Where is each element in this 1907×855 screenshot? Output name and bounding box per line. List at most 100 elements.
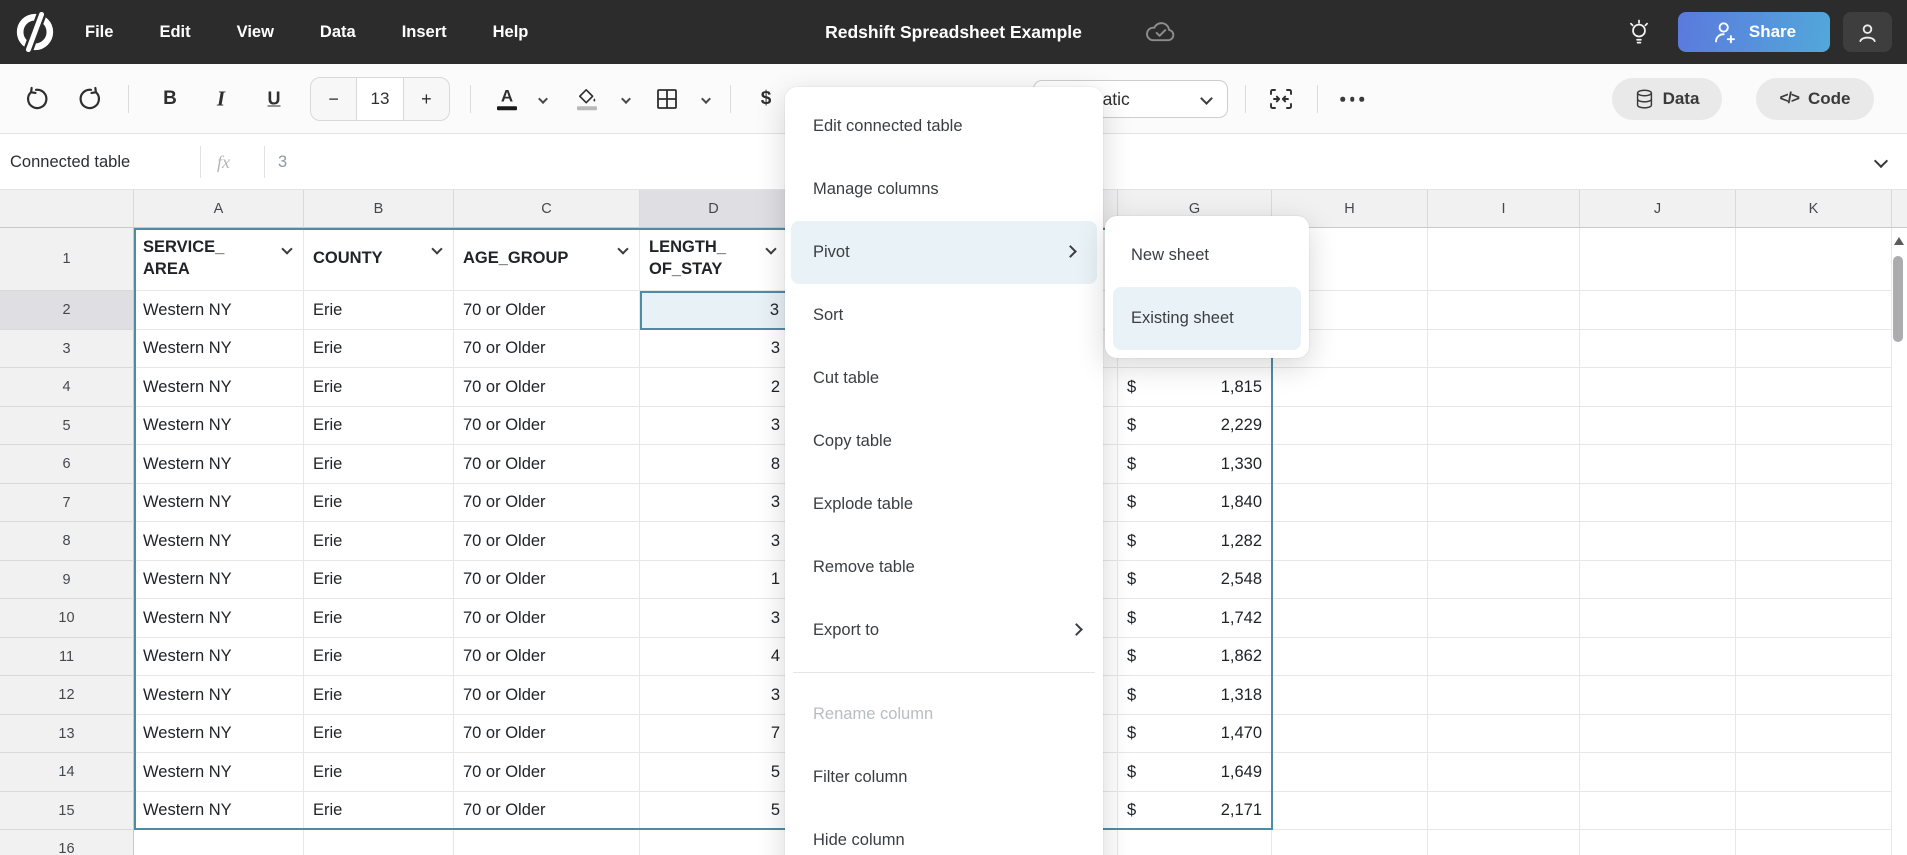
- cell-K9[interactable]: [1736, 561, 1892, 599]
- cell-B11[interactable]: Erie: [304, 638, 454, 676]
- menu-item-export-to[interactable]: Export to: [785, 599, 1103, 662]
- cell-I1[interactable]: [1428, 228, 1580, 291]
- cell-C1[interactable]: AGE_GROUP: [454, 228, 640, 291]
- fit-columns-icon[interactable]: [1268, 87, 1294, 111]
- cell-A7[interactable]: Western NY: [134, 484, 304, 522]
- cell-I8[interactable]: [1428, 522, 1580, 561]
- cell-D12[interactable]: 3: [640, 676, 788, 715]
- cell-K2[interactable]: [1736, 291, 1892, 330]
- menu-item-pivot[interactable]: Pivot: [791, 221, 1097, 284]
- cell-A11[interactable]: Western NY: [134, 638, 304, 676]
- redo-button[interactable]: [79, 87, 104, 112]
- cell-C8[interactable]: 70 or Older: [454, 522, 640, 561]
- cell-G13[interactable]: $1,470: [1118, 715, 1272, 753]
- cell-C15[interactable]: 70 or Older: [454, 792, 640, 830]
- cell-K7[interactable]: [1736, 484, 1892, 522]
- cell-H6[interactable]: [1272, 445, 1428, 484]
- cell-A8[interactable]: Western NY: [134, 522, 304, 561]
- cell-K6[interactable]: [1736, 445, 1892, 484]
- menu-item-explode-table[interactable]: Explode table: [785, 473, 1103, 536]
- cell-G5[interactable]: $2,229: [1118, 407, 1272, 445]
- cell-H7[interactable]: [1272, 484, 1428, 522]
- cell-C2[interactable]: 70 or Older: [454, 291, 640, 330]
- borders-button[interactable]: [656, 88, 678, 110]
- cell-C16[interactable]: [454, 830, 640, 855]
- cell-A9[interactable]: Western NY: [134, 561, 304, 599]
- column-header-B[interactable]: B: [304, 190, 454, 228]
- menu-item-edit-connected-table[interactable]: Edit connected table: [785, 95, 1103, 158]
- cell-K4[interactable]: [1736, 368, 1892, 407]
- cell-D5[interactable]: 3: [640, 407, 788, 445]
- cell-B13[interactable]: Erie: [304, 715, 454, 753]
- cell-J7[interactable]: [1580, 484, 1736, 522]
- row-header-3[interactable]: 3: [0, 330, 134, 368]
- cell-B8[interactable]: Erie: [304, 522, 454, 561]
- cell-I4[interactable]: [1428, 368, 1580, 407]
- column-menu-chevron-icon[interactable]: [281, 243, 292, 254]
- account-button[interactable]: [1843, 12, 1892, 52]
- cell-C7[interactable]: 70 or Older: [454, 484, 640, 522]
- cell-A3[interactable]: Western NY: [134, 330, 304, 368]
- cell-K13[interactable]: [1736, 715, 1892, 753]
- column-header-D[interactable]: D: [640, 190, 788, 228]
- scrollbar-thumb[interactable]: [1893, 256, 1903, 342]
- cell-I7[interactable]: [1428, 484, 1580, 522]
- menu-item-hide-column[interactable]: Hide column: [785, 809, 1103, 855]
- cell-B7[interactable]: Erie: [304, 484, 454, 522]
- cell-I15[interactable]: [1428, 792, 1580, 830]
- cell-I6[interactable]: [1428, 445, 1580, 484]
- cell-J5[interactable]: [1580, 407, 1736, 445]
- submenu-item-new-sheet[interactable]: New sheet: [1113, 224, 1301, 287]
- italic-button[interactable]: I: [217, 87, 225, 112]
- cell-A14[interactable]: Western NY: [134, 753, 304, 792]
- formula-input[interactable]: 3: [278, 134, 287, 190]
- row-header-16[interactable]: 16: [0, 830, 134, 855]
- cell-D3[interactable]: 3: [640, 330, 788, 368]
- cell-D7[interactable]: 3: [640, 484, 788, 522]
- cell-J12[interactable]: [1580, 676, 1736, 715]
- column-header-I[interactable]: I: [1428, 190, 1580, 228]
- cell-K5[interactable]: [1736, 407, 1892, 445]
- cell-A12[interactable]: Western NY: [134, 676, 304, 715]
- cell-A6[interactable]: Western NY: [134, 445, 304, 484]
- cell-B10[interactable]: Erie: [304, 599, 454, 638]
- cell-C6[interactable]: 70 or Older: [454, 445, 640, 484]
- cell-K11[interactable]: [1736, 638, 1892, 676]
- cell-A2[interactable]: Western NY: [134, 291, 304, 330]
- cell-I10[interactable]: [1428, 599, 1580, 638]
- cell-J14[interactable]: [1580, 753, 1736, 792]
- cell-J8[interactable]: [1580, 522, 1736, 561]
- cell-H10[interactable]: [1272, 599, 1428, 638]
- cell-C12[interactable]: 70 or Older: [454, 676, 640, 715]
- cell-A16[interactable]: [134, 830, 304, 855]
- underline-button[interactable]: U: [268, 89, 281, 110]
- cell-H9[interactable]: [1272, 561, 1428, 599]
- cell-D1[interactable]: LENGTH_ OF_STAY: [640, 228, 788, 291]
- cell-G11[interactable]: $1,862: [1118, 638, 1272, 676]
- cell-I9[interactable]: [1428, 561, 1580, 599]
- column-header-K[interactable]: K: [1736, 190, 1892, 228]
- row-header-4[interactable]: 4: [0, 368, 134, 407]
- menu-item-filter-column[interactable]: Filter column: [785, 746, 1103, 809]
- column-menu-chevron-icon[interactable]: [765, 243, 776, 254]
- cell-A10[interactable]: Western NY: [134, 599, 304, 638]
- column-menu-chevron-icon[interactable]: [617, 243, 628, 254]
- cell-K12[interactable]: [1736, 676, 1892, 715]
- currency-format-button[interactable]: $: [761, 88, 772, 110]
- cell-I12[interactable]: [1428, 676, 1580, 715]
- cell-J10[interactable]: [1580, 599, 1736, 638]
- cell-A1[interactable]: SERVICE_ AREA: [134, 228, 304, 291]
- row-header-12[interactable]: 12: [0, 676, 134, 715]
- cell-A5[interactable]: Western NY: [134, 407, 304, 445]
- cell-J16[interactable]: [1580, 830, 1736, 855]
- fill-color-button[interactable]: [577, 88, 597, 110]
- cell-H4[interactable]: [1272, 368, 1428, 407]
- app-logo-icon[interactable]: [13, 10, 57, 54]
- cell-B16[interactable]: [304, 830, 454, 855]
- cell-D16[interactable]: [640, 830, 788, 855]
- row-header-10[interactable]: 10: [0, 599, 134, 638]
- cell-G15[interactable]: $2,171: [1118, 792, 1272, 830]
- cell-D10[interactable]: 3: [640, 599, 788, 638]
- cell-B6[interactable]: Erie: [304, 445, 454, 484]
- cell-I3[interactable]: [1428, 330, 1580, 368]
